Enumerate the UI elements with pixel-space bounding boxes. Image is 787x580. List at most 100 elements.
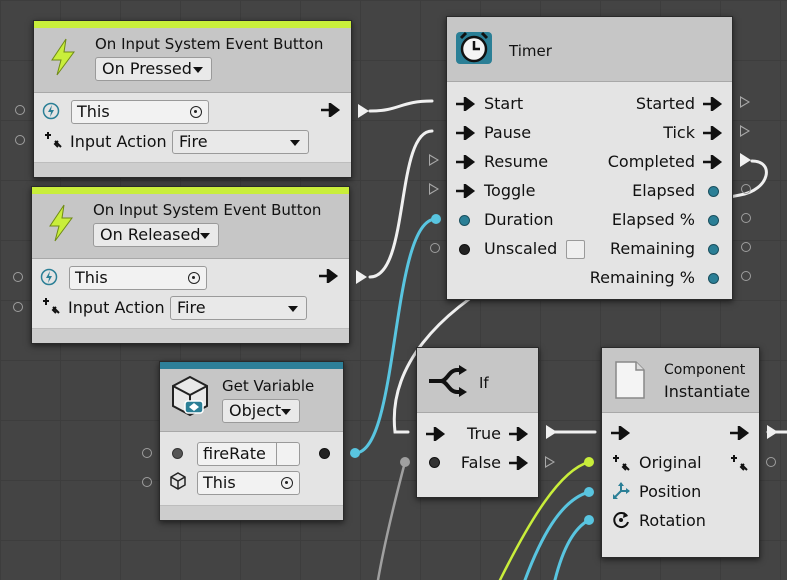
output-elapsed-label: Elapsed (632, 181, 695, 200)
variable-kind-dropdown[interactable]: Object (222, 399, 300, 423)
variable-kind-value: Object (229, 401, 282, 420)
object-picker-icon[interactable] (190, 106, 202, 118)
event-accent-bar (32, 187, 349, 194)
object-picker-icon[interactable] (188, 272, 200, 284)
input-port[interactable] (13, 272, 23, 282)
control-output-arrow-icon[interactable] (321, 103, 341, 117)
output-port[interactable] (741, 213, 751, 223)
gameobject-cube-icon (170, 472, 186, 490)
control-output-port[interactable] (767, 425, 778, 439)
control-output-port[interactable] (546, 425, 557, 439)
node-body: True False (417, 413, 538, 497)
float-wire-rotation (553, 518, 591, 580)
unscaled-checkbox[interactable] (566, 240, 585, 259)
control-input-port[interactable] (429, 154, 439, 166)
control-output-port[interactable] (545, 456, 555, 468)
node-get-variable[interactable]: Get Variable Object fireRate This (159, 361, 344, 521)
input-action-value: Fire (179, 132, 208, 151)
node-header[interactable]: If (417, 348, 538, 413)
control-input-arrow-icon (456, 97, 476, 111)
alarm-clock-icon (456, 31, 492, 64)
chevron-down-icon (193, 67, 203, 73)
output-true-label: True (467, 424, 501, 443)
input-port[interactable] (142, 477, 152, 487)
target-value: This (77, 102, 110, 121)
control-output-port[interactable] (358, 104, 369, 118)
control-output-port[interactable] (740, 96, 750, 108)
control-input-arrow-icon (456, 126, 476, 140)
target-field[interactable]: This (197, 471, 300, 495)
input-duration-label: Duration (484, 210, 554, 229)
variable-name-dropdown[interactable] (276, 443, 299, 465)
output-port[interactable] (741, 242, 751, 252)
node-header[interactable]: On Input System Event Button On Released (32, 194, 349, 259)
node-title: Instantiate (664, 382, 751, 401)
node-if[interactable]: If True False (416, 347, 539, 498)
output-port[interactable] (741, 184, 751, 194)
node-header[interactable]: Component Instantiate (602, 348, 759, 413)
input-port[interactable] (13, 302, 23, 312)
lightning-icon (49, 204, 73, 242)
node-title: Get Variable (222, 377, 315, 395)
control-output-arrow-icon (509, 427, 529, 441)
input-action-dropdown[interactable]: Fire (170, 296, 307, 320)
float-type-icon (708, 244, 719, 255)
control-output-arrow-icon (703, 126, 723, 140)
input-start-label: Start (484, 94, 524, 113)
output-tick-label: Tick (663, 123, 695, 142)
node-title: On Input System Event Button (93, 201, 322, 219)
script-document-icon (615, 361, 645, 399)
event-mode-dropdown[interactable]: On Pressed (95, 57, 212, 81)
output-started-label: Started (635, 94, 695, 113)
bool-type-icon (429, 457, 440, 468)
input-port[interactable] (15, 105, 25, 115)
string-type-icon (172, 448, 183, 459)
target-field[interactable]: This (69, 266, 207, 290)
control-output-arrow-icon (703, 155, 723, 169)
node-instantiate[interactable]: Component Instantiate Original Position … (601, 347, 760, 558)
event-mode-dropdown[interactable]: On Released (93, 223, 219, 247)
control-output-port[interactable] (740, 153, 751, 167)
input-port[interactable] (15, 135, 25, 145)
float-type-icon (708, 186, 719, 197)
input-position-label: Position (639, 482, 702, 501)
node-header[interactable]: Timer (447, 17, 732, 82)
node-timer[interactable]: Timer Start Pause Resume Toggle Duration… (446, 16, 733, 300)
node-header[interactable]: On Input System Event Button On Pressed (34, 28, 351, 93)
rotate-icon (613, 512, 629, 529)
object-picker-icon[interactable] (281, 477, 293, 489)
input-action-value: Fire (177, 298, 206, 317)
chevron-down-icon (290, 140, 300, 146)
input-action-dropdown[interactable]: Fire (172, 130, 309, 154)
control-output-port[interactable] (740, 125, 750, 137)
output-remaining-percent-label: Remaining % (589, 268, 695, 287)
node-input-button-released[interactable]: On Input System Event Button On Released… (31, 186, 350, 344)
node-header[interactable]: Get Variable Object (160, 369, 343, 432)
control-wire-released-pause (368, 129, 434, 279)
control-input-arrow-icon (456, 184, 476, 198)
output-remaining-label: Remaining (610, 239, 695, 258)
event-accent-bar (34, 21, 351, 28)
variable-name-field[interactable]: fireRate (197, 442, 300, 466)
control-input-port[interactable] (429, 183, 439, 195)
control-output-port[interactable] (356, 270, 367, 284)
control-input-arrow-icon (456, 155, 476, 169)
control-input-arrow-icon (611, 426, 631, 440)
input-action-icon (45, 132, 62, 148)
object-output-icon (319, 448, 330, 459)
flash-icon (42, 102, 60, 120)
target-value: This (75, 268, 108, 287)
input-rotation-label: Rotation (639, 511, 706, 530)
control-output-arrow-icon[interactable] (319, 269, 339, 283)
input-action-icon (43, 298, 60, 314)
control-output-arrow-icon (509, 456, 529, 470)
node-input-button-pressed[interactable]: On Input System Event Button On Pressed … (33, 20, 352, 178)
input-port[interactable] (142, 448, 152, 458)
target-field[interactable]: This (71, 100, 209, 124)
input-port[interactable] (430, 243, 440, 253)
output-port[interactable] (766, 457, 776, 467)
output-false-label: False (460, 453, 501, 472)
output-port[interactable] (741, 271, 751, 281)
lightning-icon (51, 38, 75, 76)
control-output-arrow-icon (730, 426, 750, 440)
